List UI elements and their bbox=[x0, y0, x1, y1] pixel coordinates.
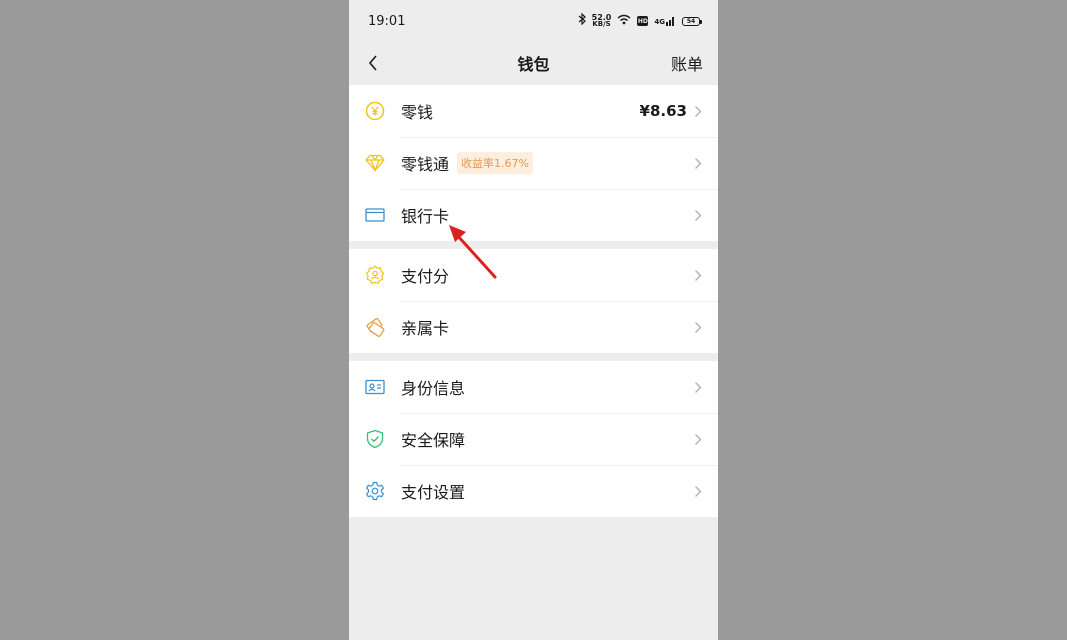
id-card-icon bbox=[364, 376, 386, 398]
bluetooth-icon bbox=[578, 12, 586, 29]
row-pay-settings[interactable]: 支付设置 bbox=[349, 465, 718, 517]
row-security[interactable]: 安全保障 bbox=[349, 413, 718, 465]
status-bar: 19:01 52.0 KB/S HD 4G 54 bbox=[349, 0, 718, 42]
row-pay-score[interactable]: 支付分 bbox=[349, 249, 718, 301]
chevron-right-icon bbox=[693, 432, 703, 446]
row-label-change: 零钱 bbox=[401, 103, 434, 122]
family-card-icon bbox=[364, 316, 386, 338]
page-title: 钱包 bbox=[517, 55, 550, 74]
wallet-screen: 19:01 52.0 KB/S HD 4G 54 钱包 账单 零钱 ¥8.63 … bbox=[349, 0, 718, 640]
row-label-family-card: 亲属卡 bbox=[401, 319, 450, 338]
credit-score-icon bbox=[364, 264, 386, 286]
row-label-security: 安全保障 bbox=[401, 431, 466, 450]
yield-badge: 收益率1.67% bbox=[457, 152, 533, 174]
chevron-left-icon bbox=[368, 55, 377, 71]
chevron-right-icon bbox=[693, 156, 703, 170]
wallet-group-settings: 身份信息 安全保障 支付设置 bbox=[349, 361, 718, 517]
row-label-lingqiantong: 零钱通 bbox=[401, 155, 450, 174]
net-speed-unit: KB/S bbox=[592, 20, 611, 28]
chevron-right-icon bbox=[693, 268, 703, 282]
shield-check-icon bbox=[364, 428, 386, 450]
wallet-group-credit: 支付分 亲属卡 bbox=[349, 249, 718, 353]
back-button[interactable] bbox=[361, 50, 385, 76]
cell-signal-icon: 4G bbox=[654, 16, 676, 26]
row-family-card[interactable]: 亲属卡 bbox=[349, 301, 718, 353]
row-change[interactable]: 零钱 ¥8.63 bbox=[349, 85, 718, 137]
net-speed: 52.0 KB/S bbox=[592, 14, 612, 28]
battery-level: 54 bbox=[686, 17, 696, 25]
row-label-identity: 身份信息 bbox=[401, 379, 466, 398]
row-label-bank-card: 银行卡 bbox=[401, 207, 450, 226]
nav-bar: 钱包 账单 bbox=[349, 42, 718, 84]
row-label-pay-score: 支付分 bbox=[401, 267, 450, 286]
bill-button[interactable]: 账单 bbox=[671, 51, 703, 75]
signal-type: 4G bbox=[654, 18, 665, 26]
diamond-icon bbox=[364, 152, 386, 174]
battery-icon: 54 bbox=[682, 16, 702, 26]
chevron-right-icon bbox=[693, 380, 703, 394]
wallet-group-funds: 零钱 ¥8.63 零钱通 收益率1.67% 银行卡 bbox=[349, 85, 718, 241]
status-time: 19:01 bbox=[368, 13, 406, 29]
status-icons: 52.0 KB/S HD 4G 54 bbox=[578, 12, 702, 29]
chevron-right-icon bbox=[693, 320, 703, 334]
row-bank-card[interactable]: 银行卡 bbox=[349, 189, 718, 241]
row-label-pay-settings: 支付设置 bbox=[401, 483, 466, 502]
chevron-right-icon bbox=[693, 484, 703, 498]
chevron-right-icon bbox=[693, 208, 703, 222]
chevron-right-icon bbox=[693, 104, 703, 118]
change-balance: ¥8.63 bbox=[639, 102, 687, 120]
bank-card-icon bbox=[364, 204, 386, 226]
row-lingqiantong[interactable]: 零钱通 收益率1.67% bbox=[349, 137, 718, 189]
row-identity[interactable]: 身份信息 bbox=[349, 361, 718, 413]
hd-icon: HD bbox=[637, 16, 649, 26]
gear-icon bbox=[364, 480, 386, 502]
yuan-coin-icon bbox=[364, 100, 386, 122]
wifi-icon bbox=[617, 14, 631, 29]
